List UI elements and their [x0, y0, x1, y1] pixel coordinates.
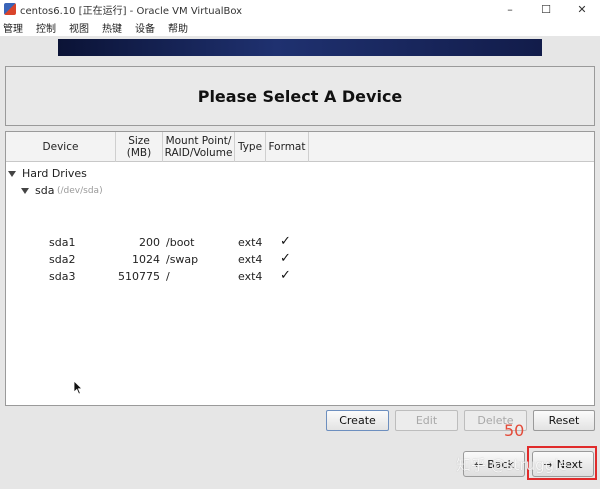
group-label: Hard Drives	[22, 167, 87, 180]
expander-down-icon[interactable]	[21, 188, 29, 194]
partition-mount: /boot	[166, 236, 195, 249]
column-header: Device Size (MB) Mount Point/ RAID/Volum…	[6, 132, 594, 162]
page-title: Please Select A Device	[197, 86, 403, 106]
menu-control[interactable]: 控制	[36, 20, 56, 35]
window-title: centos6.10 [正在运行] - Oracle VM VirtualBox	[20, 5, 243, 17]
partition-size: 200	[139, 236, 160, 249]
menu-bar: 管理 控制 视图 热键 设备 帮助	[0, 18, 600, 36]
expander-down-icon[interactable]	[8, 171, 16, 177]
menu-hotkey[interactable]: 热键	[102, 20, 122, 35]
partition-type: ext4	[238, 270, 263, 283]
tree-group-hard-drives[interactable]: Hard Drives	[6, 166, 594, 182]
menu-help[interactable]: 帮助	[168, 20, 188, 35]
partition-name: sda3	[49, 270, 76, 283]
partition-type: ext4	[238, 253, 263, 266]
partition-mount: /	[166, 270, 170, 283]
disk-name: sda	[35, 184, 55, 197]
watermark: 知乎 @struggle	[456, 456, 568, 474]
column-type[interactable]: Type	[235, 132, 266, 162]
mouse-cursor-icon	[73, 380, 83, 395]
window-titlebar[interactable]: centos6.10 [正在运行] - Oracle VM VirtualBox…	[0, 0, 600, 18]
column-size[interactable]: Size (MB)	[116, 132, 163, 162]
partition-size: 510775	[118, 270, 160, 283]
close-button[interactable]: ✕	[564, 0, 600, 18]
table-row[interactable]: sda1 200 /boot ext4 ✓	[6, 234, 594, 251]
partition-name: sda1	[49, 236, 76, 249]
column-mount-point[interactable]: Mount Point/ RAID/Volume	[163, 132, 235, 162]
virtualbox-icon	[4, 3, 16, 15]
column-format[interactable]: Format	[266, 132, 309, 162]
page-header: Please Select A Device	[5, 66, 595, 126]
step-number-annotation: 50	[504, 421, 525, 440]
menu-devices[interactable]: 设备	[135, 20, 155, 35]
tree-disk-sda[interactable]: sda (/dev/sda)	[6, 183, 594, 199]
column-device[interactable]: Device	[6, 132, 116, 162]
table-row[interactable]: sda2 1024 /swap ext4 ✓	[6, 251, 594, 268]
menu-manage[interactable]: 管理	[3, 20, 23, 35]
table-row[interactable]: sda3 510775 / ext4 ✓	[6, 268, 594, 285]
installer-banner	[58, 39, 542, 56]
partition-type: ext4	[238, 236, 263, 249]
maximize-button[interactable]: ☐	[528, 0, 564, 18]
format-check-icon: ✓	[280, 251, 291, 266]
partition-name: sda2	[49, 253, 76, 266]
format-check-icon: ✓	[280, 234, 291, 249]
create-button[interactable]: Create	[326, 410, 389, 431]
partition-size: 1024	[132, 253, 160, 266]
menu-view[interactable]: 视图	[69, 20, 89, 35]
window-controls: – ☐ ✕	[492, 0, 600, 18]
device-tree[interactable]: Device Size (MB) Mount Point/ RAID/Volum…	[5, 131, 595, 406]
edit-button[interactable]: Edit	[395, 410, 458, 431]
disk-path: (/dev/sda)	[57, 186, 103, 196]
minimize-button[interactable]: –	[492, 0, 528, 18]
format-check-icon: ✓	[280, 268, 291, 283]
reset-button[interactable]: Reset	[533, 410, 595, 431]
partition-mount: /swap	[166, 253, 199, 266]
